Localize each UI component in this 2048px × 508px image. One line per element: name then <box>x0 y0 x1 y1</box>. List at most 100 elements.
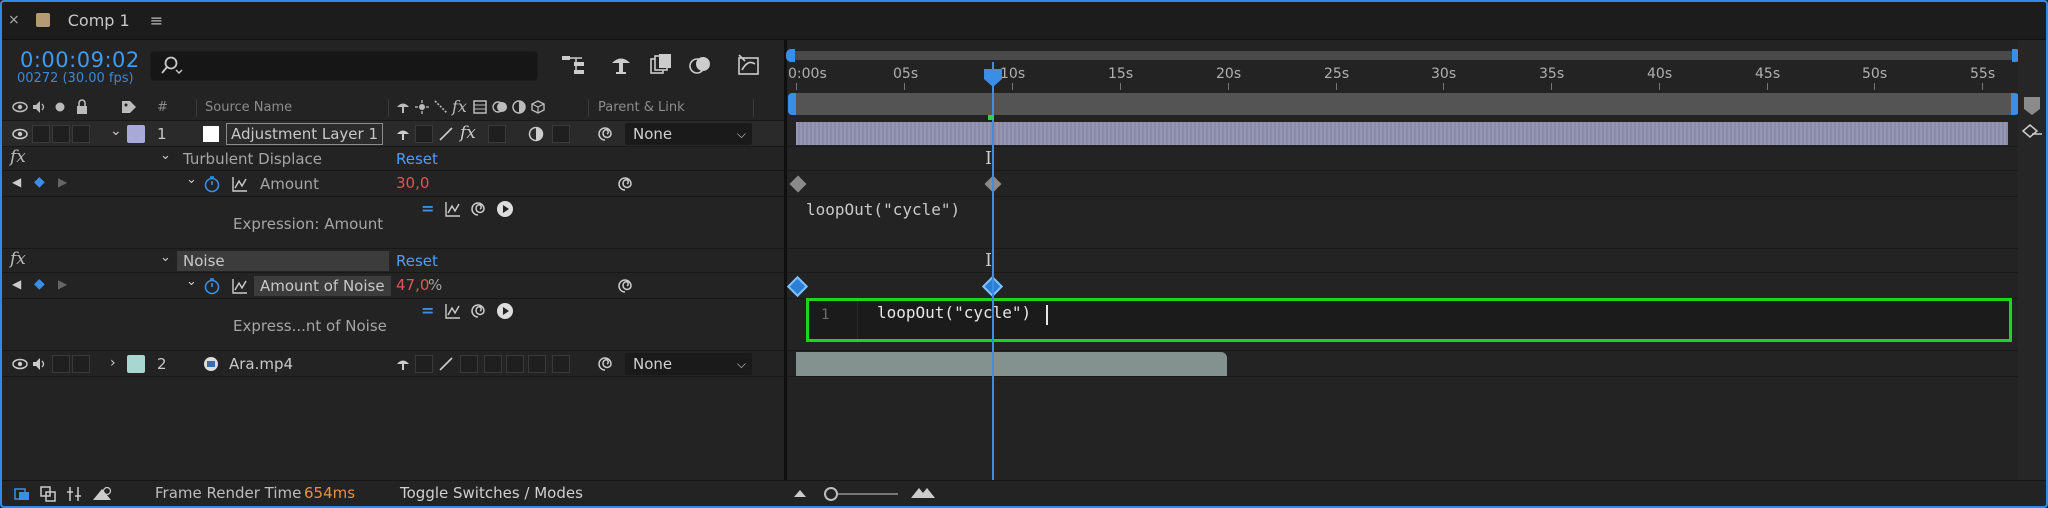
parent-dropdown[interactable]: None ⌵ <box>625 123 752 145</box>
layer-name[interactable]: Adjustment Layer 1 <box>226 123 384 145</box>
quality-icon[interactable] <box>434 100 448 114</box>
shy-layers-icon[interactable] <box>608 53 634 77</box>
render-time-toggle-icon[interactable] <box>92 486 112 502</box>
layer-row-2[interactable]: › 2 Ara.mp4 None ⌵ <box>0 350 785 376</box>
search-icon[interactable] <box>160 55 184 77</box>
zoom-in-icon[interactable] <box>910 485 936 499</box>
expand-chevron-icon[interactable]: ⌄ <box>186 172 197 187</box>
effect-name[interactable]: Noise <box>177 251 389 271</box>
audio-switch[interactable] <box>32 125 50 143</box>
add-keyframe-icon[interactable]: ◆ <box>34 174 45 190</box>
zoom-out-icon[interactable] <box>793 487 807 499</box>
3d-switch[interactable] <box>552 355 570 373</box>
3d-switch[interactable] <box>552 125 570 143</box>
graph-icon[interactable] <box>232 176 248 192</box>
layer-search-input[interactable] <box>150 51 538 81</box>
expand-chevron-icon[interactable]: ⌄ <box>160 148 171 163</box>
comp-marker-bin-icon[interactable] <box>2022 95 2042 117</box>
expand-chevron-icon[interactable]: ⌄ <box>160 250 171 265</box>
layer-bar-adjustment[interactable] <box>796 122 2008 145</box>
shy-switch-icon[interactable] <box>395 127 411 141</box>
reset-link[interactable]: Reset <box>396 150 438 168</box>
zoom-slider-track[interactable] <box>830 493 898 495</box>
expression-language-menu-icon[interactable] <box>496 200 514 218</box>
frame-blending-icon[interactable] <box>648 53 674 77</box>
stopwatch-icon[interactable] <box>203 175 221 193</box>
time-navigator-start-handle[interactable] <box>786 49 795 62</box>
frame-blend-switch[interactable] <box>484 355 502 373</box>
solo-switch[interactable] <box>52 125 70 143</box>
expression-language-menu-icon[interactable] <box>496 302 514 320</box>
expression-editor[interactable]: 1 loopOut("cycle") <box>806 298 2012 342</box>
toggle-switches-modes-button[interactable]: Toggle Switches / Modes <box>400 484 583 502</box>
current-timecode[interactable]: 0:00:09:02 <box>20 48 140 72</box>
reset-link[interactable]: Reset <box>396 252 438 270</box>
effect-name[interactable]: Turbulent Displace <box>183 150 322 168</box>
layer-bar-video[interactable] <box>796 352 1227 376</box>
lock-icon[interactable] <box>76 99 88 115</box>
next-keyframe-icon[interactable]: ▶ <box>58 277 67 291</box>
next-keyframe-icon[interactable]: ▶ <box>58 175 67 189</box>
enable-expression-icon[interactable]: = <box>421 199 434 218</box>
eye-icon[interactable] <box>12 128 28 140</box>
zoom-slider-knob[interactable] <box>824 487 838 501</box>
expression-text-amount[interactable]: loopOut("cycle") <box>806 200 960 219</box>
expand-chevron-icon[interactable]: ⌄ <box>110 123 122 139</box>
playhead-handle[interactable] <box>982 67 1004 89</box>
video-visibility-icon[interactable] <box>12 101 28 113</box>
comp-tab[interactable]: × Comp 1 ≡ <box>8 0 163 40</box>
layer-label-color[interactable] <box>127 355 145 373</box>
add-keyframe-icon[interactable]: ◆ <box>34 276 45 292</box>
time-navigator[interactable] <box>792 51 2015 60</box>
effects-switch-icon[interactable]: fx <box>460 123 476 143</box>
parent-dropdown[interactable]: None ⌵ <box>625 353 752 375</box>
audio-icon[interactable] <box>32 357 46 371</box>
playhead-line[interactable] <box>992 62 994 480</box>
adjustment-layer-switch-icon[interactable] <box>512 100 526 114</box>
comp-tab-title[interactable]: Comp 1 <box>68 11 130 30</box>
property-value[interactable]: 47,0 <box>396 276 429 294</box>
panel-menu-icon[interactable]: ≡ <box>150 11 163 30</box>
frame-blend-switch[interactable] <box>488 125 506 143</box>
lock-switch[interactable] <box>72 125 90 143</box>
layer-switches-toggle-icon[interactable] <box>14 486 30 502</box>
property-value[interactable]: 30,0 <box>396 174 429 192</box>
pick-whip-icon[interactable] <box>616 175 634 193</box>
label-tag-icon[interactable] <box>121 99 137 115</box>
effects-switch[interactable] <box>460 355 478 373</box>
layer-row-1[interactable]: ⌄ 1 Adjustment Layer 1 fx None ⌵ <box>0 120 785 146</box>
transfer-controls-toggle-icon[interactable] <box>40 486 56 502</box>
adjustment-switch[interactable] <box>528 355 546 373</box>
graph-editor-icon[interactable] <box>736 53 762 77</box>
column-source-name[interactable]: Source Name <box>205 100 292 115</box>
expand-chevron-right-icon[interactable]: › <box>110 355 116 371</box>
work-area-start-handle[interactable] <box>788 93 796 115</box>
prev-keyframe-icon[interactable]: ◀ <box>12 175 21 189</box>
lock-switch[interactable] <box>72 355 90 373</box>
pick-whip-icon[interactable] <box>596 355 614 373</box>
layer-name[interactable]: Ara.mp4 <box>229 355 293 373</box>
solo-icon[interactable] <box>55 102 65 112</box>
audio-icon[interactable] <box>32 100 46 114</box>
adjustment-layer-icon[interactable] <box>528 126 544 142</box>
frame-blend-switch-icon[interactable] <box>473 100 487 114</box>
expression-pick-whip-icon[interactable] <box>469 200 487 218</box>
motion-blur-icon[interactable] <box>688 53 714 77</box>
enable-expression-icon[interactable]: = <box>421 301 434 320</box>
motion-blur-switch[interactable] <box>506 355 524 373</box>
shy-switch-icon[interactable] <box>395 357 411 371</box>
expression-lock-icon[interactable] <box>2020 122 2044 142</box>
work-area-bar[interactable] <box>792 93 2015 115</box>
effect-fx-icon[interactable]: fx <box>10 147 26 167</box>
time-ruler[interactable] <box>792 62 2015 90</box>
pick-whip-icon[interactable] <box>596 125 614 143</box>
collapse-switch[interactable] <box>415 125 433 143</box>
expression-pick-whip-icon[interactable] <box>469 302 487 320</box>
in-out-toggle-icon[interactable] <box>66 486 82 502</box>
close-tab-icon[interactable]: × <box>8 12 20 28</box>
quality-switch-icon[interactable] <box>438 356 454 372</box>
stopwatch-icon[interactable] <box>203 277 221 295</box>
effects-switch-icon[interactable]: fx <box>452 97 467 116</box>
motion-blur-switch-icon[interactable] <box>492 100 508 114</box>
expression-graph-icon[interactable] <box>445 303 461 319</box>
